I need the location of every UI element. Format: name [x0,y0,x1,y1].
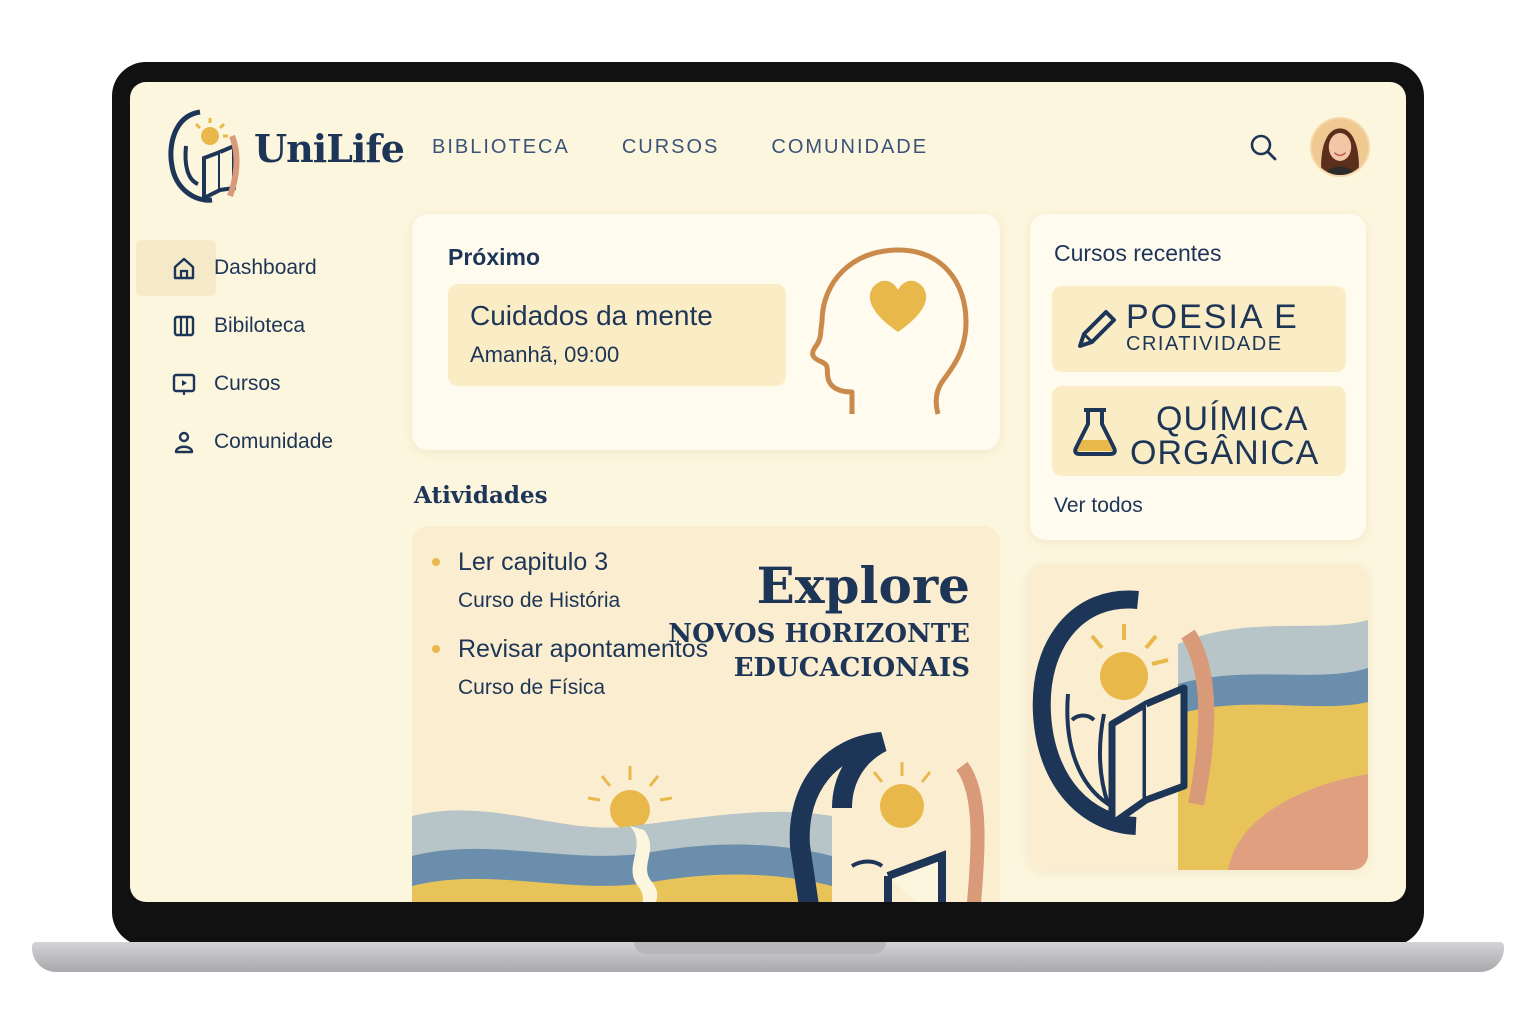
promo-subline-2: EDUCACIONAIS [733,653,970,683]
search-icon[interactable] [1248,132,1278,162]
sidebar: Dashboard Bibiloteca Cursos Comunidade [136,240,386,472]
course-tile-quimica[interactable]: QUÍMICA ORGÂNICA [1052,386,1346,476]
sidebar-item-label: Dashboard [214,256,317,279]
course-title: POESIA E [1126,298,1299,336]
video-icon [172,373,196,395]
laptop-notch [634,942,886,954]
user-photo [1312,119,1368,175]
activity-item[interactable]: Ler capitulo 3 Curso de História [432,548,708,613]
recent-courses-heading: Cursos recentes [1054,240,1222,266]
landscape-illustration [412,732,985,902]
recent-courses-card: Cursos recentes POESIA E CRIATIVIDADE QU… [1030,214,1366,540]
home-icon [173,257,195,280]
sidebar-item-dashboard[interactable]: Dashboard [136,240,317,296]
promo-banner: Explore NOVOS HORIZONTE EDUCACIONAIS [668,556,970,683]
sidebar-item-label: Cursos [214,372,281,395]
bullet-icon [432,645,440,653]
nav-comunidade[interactable]: COMUNIDADE [771,136,928,159]
activity-item[interactable]: Revisar apontamentos Curso de Física [432,635,708,700]
person-icon [174,431,194,454]
course-title-2: CRIATIVIDADE [1126,333,1283,355]
pen-icon [1078,310,1116,348]
course-title-2: ORGÂNICA [1130,434,1320,472]
nav-biblioteca[interactable]: BIBLIOTECA [432,136,570,159]
next-event-heading: Próximo [448,244,541,270]
see-all-link[interactable]: Ver todos [1054,494,1143,518]
bullet-icon [432,558,440,566]
app-brand-name[interactable]: UniLife [254,126,405,171]
app-screen: UniLife BIBLIOTECA CURSOS COMUNIDADE Das… [130,82,1406,902]
sidebar-item-biblioteca[interactable]: Bibiloteca [136,298,305,354]
nav-cursos[interactable]: CURSOS [622,136,720,159]
course-title: QUÍMICA [1156,400,1309,438]
user-avatar[interactable] [1310,117,1370,177]
flask-icon [1073,408,1117,456]
next-event-item[interactable]: Cuidados da mente Amanhã, 09:00 [448,284,786,386]
course-tile-poesia[interactable]: POESIA E CRIATIVIDADE [1052,286,1346,372]
mind-heart-illustration [810,247,969,415]
promo-subline: NOVOS HORIZONTE [668,619,970,649]
reading-face-illustration [1032,590,1368,870]
activities-list: Ler capitulo 3 Curso de História Revisar… [432,548,708,722]
sidebar-item-cursos[interactable]: Cursos [136,356,281,412]
promo-headline: Explore [756,556,970,615]
activities-heading: Atividades [414,482,548,509]
sidebar-item-label: Bibiloteca [214,314,306,337]
top-navigation: BIBLIOTECA CURSOS COMUNIDADE [432,136,928,159]
sidebar-item-comunidade[interactable]: Comunidade [136,414,333,470]
library-icon [173,315,195,337]
unilife-logo-icon [168,109,240,203]
featured-art-card[interactable] [1028,564,1368,870]
activities-card: Ler capitulo 3 Curso de História Revisar… [412,526,1000,902]
next-event-name: Cuidados da mente [470,300,713,331]
next-event-time: Amanhã, 09:00 [470,342,620,367]
sidebar-item-label: Comunidade [214,430,334,453]
next-event-card: Próximo Cuidados da mente Amanhã, 09:00 [412,214,1000,450]
